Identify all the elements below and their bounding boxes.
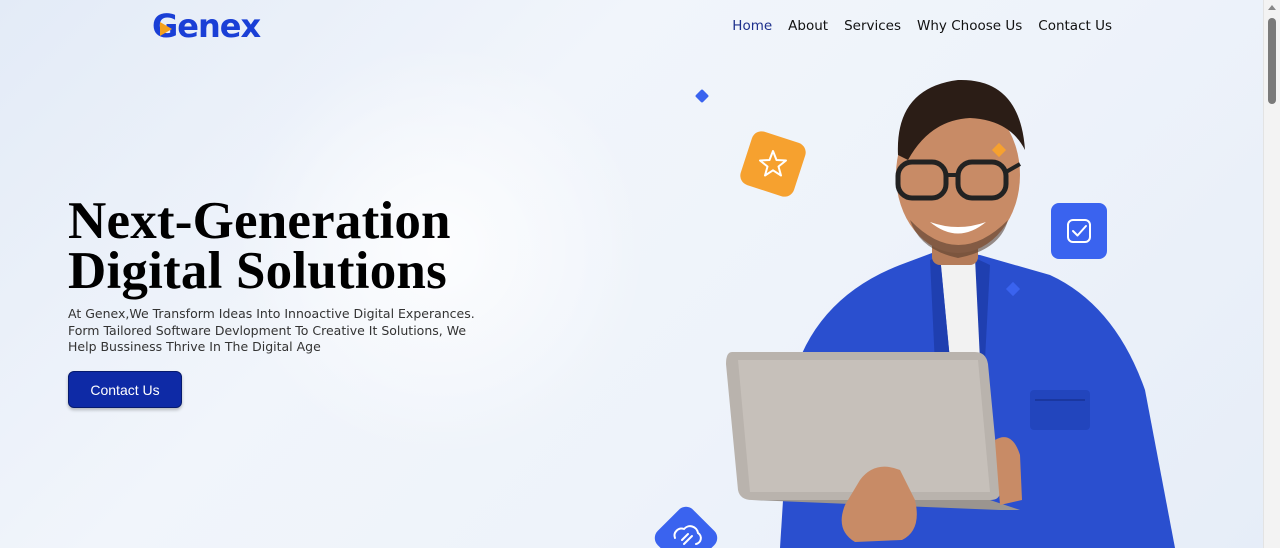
genex-logo[interactable]: Genex	[152, 6, 261, 46]
contact-us-button[interactable]: Contact Us	[68, 371, 182, 408]
scrollbar-thumb[interactable]	[1268, 18, 1276, 104]
hero-title-line2: Digital Solutions	[68, 242, 447, 300]
hero-subtitle-line1: At Genex,We Transform Ideas Into Innoact…	[68, 306, 475, 321]
landing-page: Genex Home About Services Why Choose Us …	[0, 0, 1264, 548]
logo-wordmark: enex	[177, 7, 261, 45]
nav-why-choose-us[interactable]: Why Choose Us	[917, 18, 1022, 34]
nav-home[interactable]: Home	[732, 18, 772, 34]
logo-arrow-icon	[160, 22, 172, 36]
hero-title: Next-Generation Digital Solutions	[68, 195, 451, 298]
hero-subtitle-line2: Form Tailored Software Devlopment To Cre…	[68, 322, 467, 338]
main-nav: Home About Services Why Choose Us Contac…	[732, 18, 1112, 34]
hero-subtitle-line3: Help Bussiness Thrive In The Digital Age	[68, 339, 321, 354]
scroll-up-arrow-icon[interactable]	[1268, 5, 1276, 10]
nav-services[interactable]: Services	[844, 18, 901, 34]
logo-g-letter: G	[152, 7, 178, 45]
hero-person-with-laptop-image	[726, 79, 1175, 548]
nav-contact-us[interactable]: Contact Us	[1038, 18, 1112, 34]
hero-subtitle: At Genex,We Transform Ideas Into Innoact…	[68, 306, 478, 356]
vertical-scrollbar[interactable]	[1263, 0, 1280, 548]
nav-about[interactable]: About	[788, 18, 828, 34]
